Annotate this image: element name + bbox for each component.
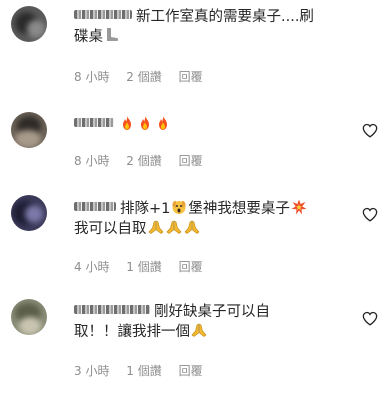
comment-text-line2: 我可以自取	[74, 221, 147, 237]
comment-text-line1: 新工作室真的需要桌子....刷	[136, 9, 314, 25]
folded-hands-emoji	[191, 322, 207, 338]
timestamp: 8 小時	[74, 154, 110, 168]
fire-emoji	[155, 115, 171, 131]
comment-text-line2: 取！！讓我排一個	[74, 324, 190, 340]
avatar[interactable]	[11, 195, 47, 231]
comment-meta: 8 小時 2 個讚 回覆	[74, 152, 216, 169]
reply-button[interactable]: 回覆	[179, 70, 203, 84]
like-count[interactable]: 2 個讚	[126, 154, 161, 168]
username-blurred[interactable]	[74, 10, 132, 19]
collision-emoji	[291, 199, 307, 215]
like-count[interactable]: 1 個讚	[126, 364, 161, 378]
username-blurred[interactable]	[74, 118, 114, 127]
folded-hands-emoji	[166, 219, 182, 235]
heart-outline-icon[interactable]	[362, 207, 378, 222]
comment-text-line1b: 堡神我想要桌子	[188, 201, 290, 217]
heart-outline-icon[interactable]	[362, 123, 378, 138]
scream-emoji	[171, 199, 187, 215]
comment-meta: 3 小時 1 個讚 回覆	[74, 362, 216, 379]
comment-meta: 4 小時 1 個讚 回覆	[74, 258, 216, 275]
avatar[interactable]	[11, 112, 47, 148]
folded-hands-emoji	[184, 219, 200, 235]
comment-body: 新工作室真的需要桌子....刷 碟桌	[74, 8, 354, 47]
comment-body: 排隊+1 堡神我想要桌子 我可以自取	[74, 199, 354, 239]
avatar[interactable]	[11, 299, 47, 335]
comment-text-line2: 碟桌	[74, 29, 103, 45]
leg-emoji	[104, 27, 120, 43]
comment-text-line1: 剛好缺桌子可以自	[154, 304, 270, 320]
reply-button[interactable]: 回覆	[179, 154, 203, 168]
comment-text-line1: 排隊+1	[120, 201, 171, 217]
username-blurred[interactable]	[74, 305, 150, 314]
comment-body	[74, 115, 354, 135]
like-count[interactable]: 2 個讚	[126, 70, 161, 84]
like-count[interactable]: 1 個讚	[126, 260, 161, 274]
timestamp: 8 小時	[74, 70, 110, 84]
comment-body: 剛好缺桌子可以自 取！！讓我排一個	[74, 303, 354, 342]
reply-button[interactable]: 回覆	[179, 364, 203, 378]
fire-emoji	[137, 115, 153, 131]
timestamp: 3 小時	[74, 364, 110, 378]
reply-button[interactable]: 回覆	[179, 260, 203, 274]
folded-hands-emoji	[148, 219, 164, 235]
heart-outline-icon[interactable]	[362, 311, 378, 326]
fire-emoji	[119, 115, 135, 131]
comment-meta: 8 小時 2 個讚 回覆	[74, 68, 216, 85]
avatar[interactable]	[11, 6, 47, 42]
timestamp: 4 小時	[74, 260, 110, 274]
username-blurred[interactable]	[74, 202, 116, 211]
